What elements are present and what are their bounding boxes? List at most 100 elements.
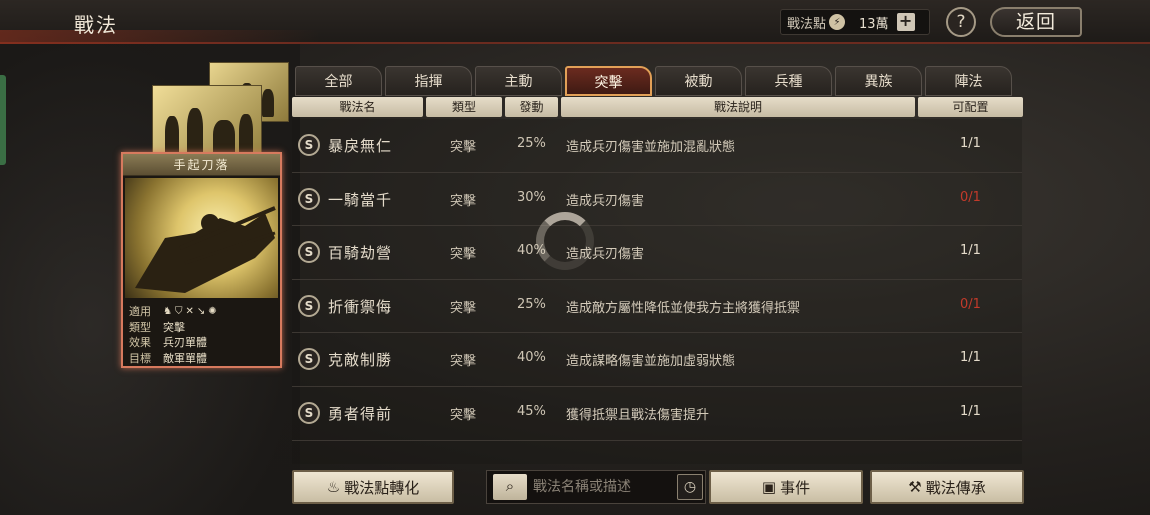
- scroll-icon: ▣: [761, 478, 777, 496]
- hammer-icon: ⚒: [908, 478, 922, 496]
- tab-foreign[interactable]: 異族: [835, 66, 922, 96]
- info-value: 突擊: [163, 320, 185, 334]
- loading-spinner-icon: [536, 212, 594, 270]
- convert-points-button[interactable]: ♨ 戰法點轉化: [292, 470, 454, 504]
- side-tab-handle[interactable]: [0, 75, 6, 165]
- points-label: 戰法點: [787, 16, 827, 32]
- info-key: 目標: [129, 351, 151, 365]
- table-row[interactable]: S 暴戾無仁 突擊 25% 造成兵刃傷害並施加混亂狀態 1/1: [292, 119, 1022, 173]
- column-header-available[interactable]: 可配置: [918, 97, 1023, 117]
- search-icon[interactable]: ⌕: [493, 474, 527, 500]
- skill-type: 突擊: [450, 193, 477, 209]
- card-info-row: 類型 突擊: [129, 320, 217, 336]
- coin-icon: ⚡: [829, 14, 846, 30]
- skill-description: 造成謀略傷害並施加虛弱狀態: [566, 354, 736, 370]
- skill-type: 突擊: [450, 140, 477, 155]
- clock-icon[interactable]: ◷: [677, 474, 703, 500]
- grade-badge: S: [298, 241, 320, 264]
- grade-badge: S: [298, 294, 320, 317]
- selected-skill-card[interactable]: 手起刀落 適用 ♞ ⛉ ✕ ↘ ✺ 類型 突擊 效果 兵刃單體 目標 敵軍單體: [121, 152, 282, 368]
- table-row[interactable]: S 百騎劫營 突擊 40% 造成兵刃傷害 1/1: [292, 226, 1022, 280]
- inherit-label: 戰法傳承: [925, 478, 986, 497]
- search-box: ⌕ ◷: [486, 470, 706, 504]
- skill-name: 克敵制勝: [328, 351, 393, 370]
- event-label: 事件: [780, 478, 811, 497]
- grade-badge: S: [298, 348, 320, 371]
- card-back-image: [152, 85, 262, 160]
- tab-command[interactable]: 指揮: [385, 66, 472, 96]
- skill-name: 百騎劫營: [328, 244, 393, 263]
- tab-passive[interactable]: 被動: [655, 66, 742, 96]
- page-title: 戰法: [74, 13, 118, 37]
- table-row[interactable]: S 折衝禦侮 突擊 25% 造成敵方屬性降低並使我方主將獲得抵禦 0/1: [292, 279, 1022, 334]
- info-key: 適用: [129, 305, 151, 318]
- tab-troop[interactable]: 兵種: [745, 66, 832, 96]
- skill-description: 造成兵刃傷害: [566, 193, 645, 209]
- skill-list[interactable]: S 暴戾無仁 突擊 25% 造成兵刃傷害並施加混亂狀態 1/1 S 一騎當千 突…: [292, 119, 1022, 464]
- shield-icon: ⛉: [174, 306, 183, 317]
- skill-available-count: 0/1: [960, 296, 981, 312]
- skill-available-count: 1/1: [960, 350, 981, 366]
- skill-type: 突擊: [450, 247, 477, 263]
- skill-type: 突擊: [450, 354, 477, 370]
- info-key: 類型: [129, 320, 151, 334]
- add-points-button[interactable]: +: [896, 13, 915, 31]
- skill-rate: 30%: [517, 189, 546, 205]
- table-row[interactable]: S 勇者得前 突擊 45% 獲得抵禦且戰法傷害提升 1/1: [292, 386, 1022, 441]
- column-header-type[interactable]: 類型: [426, 97, 502, 117]
- skill-description: 獲得抵禦且戰法傷害提升: [566, 407, 710, 423]
- back-button[interactable]: 返回: [990, 7, 1082, 37]
- troop-type-icons: ♞ ⛉ ✕ ↘ ✺: [163, 304, 217, 320]
- spear-icon: ↘: [196, 306, 206, 317]
- card-info-row: 目標 敵軍單體: [129, 351, 217, 367]
- skill-description: 造成兵刃傷害並施加混亂狀態: [566, 140, 736, 155]
- card-info-row: 效果 兵刃單體: [129, 335, 217, 351]
- event-button[interactable]: ▣ 事件: [709, 470, 863, 504]
- grade-badge: S: [298, 401, 320, 424]
- table-row[interactable]: [292, 440, 1022, 464]
- siege-icon: ✺: [208, 306, 217, 317]
- category-tabs: 全部 指揮 主動 突擊 被動 兵種 異族 陣法: [295, 66, 1015, 96]
- column-header-rate[interactable]: 發動: [505, 97, 558, 117]
- skill-type: 突擊: [450, 407, 477, 423]
- tab-formation[interactable]: 陣法: [925, 66, 1012, 96]
- help-button[interactable]: ?: [946, 7, 976, 37]
- skill-type: 突擊: [450, 300, 477, 316]
- skill-rate: 45%: [517, 403, 546, 419]
- skill-available-count: 0/1: [960, 189, 981, 205]
- convert-label: 戰法點轉化: [344, 478, 420, 497]
- card-artwork: [125, 178, 278, 298]
- skill-rate: 25%: [517, 136, 546, 151]
- tab-assault[interactable]: 突擊: [565, 66, 652, 96]
- top-bar: 戰法 戰法點 ⚡ 13萬 + ? 返回: [0, 0, 1150, 44]
- table-row[interactable]: S 一騎當千 突擊 30% 造成兵刃傷害 0/1: [292, 172, 1022, 227]
- cavalry-charge-illustration: [135, 206, 276, 293]
- tab-all[interactable]: 全部: [295, 66, 382, 96]
- points-value: 13萬: [859, 16, 889, 32]
- skill-name: 一騎當千: [328, 190, 393, 209]
- column-header-name[interactable]: 戰法名: [292, 97, 423, 117]
- skill-description: 造成敵方屬性降低並使我方主將獲得抵禦: [566, 300, 801, 316]
- table-header: 戰法名 類型 發動 戰法說明 可配置: [292, 97, 1023, 117]
- info-value: 兵刃單體: [163, 336, 207, 349]
- grade-badge: S: [298, 134, 320, 156]
- grade-badge: S: [298, 187, 320, 210]
- title-glow: [0, 30, 320, 44]
- card-title: 手起刀落: [123, 154, 280, 176]
- inherit-skill-button[interactable]: ⚒ 戰法傳承: [870, 470, 1024, 504]
- cavalry-icon: ♞: [163, 306, 172, 317]
- info-value: 敵軍單體: [163, 351, 207, 365]
- bow-icon: ✕: [185, 306, 194, 317]
- skill-rate: 40%: [517, 350, 546, 366]
- skill-available-count: 1/1: [960, 136, 981, 151]
- skill-rate: 25%: [517, 296, 546, 312]
- skill-name: 暴戾無仁: [328, 137, 393, 155]
- table-row[interactable]: S 克敵制勝 突擊 40% 造成謀略傷害並施加虛弱狀態 1/1: [292, 333, 1022, 387]
- tactic-points-display: 戰法點 ⚡ 13萬 +: [780, 9, 930, 35]
- skill-name: 折衝禦侮: [328, 297, 393, 316]
- skill-name: 勇者得前: [328, 404, 393, 423]
- flame-icon: ♨: [326, 478, 341, 496]
- tab-active[interactable]: 主動: [475, 66, 562, 96]
- search-input[interactable]: [533, 476, 673, 498]
- column-header-description: 戰法說明: [561, 97, 915, 117]
